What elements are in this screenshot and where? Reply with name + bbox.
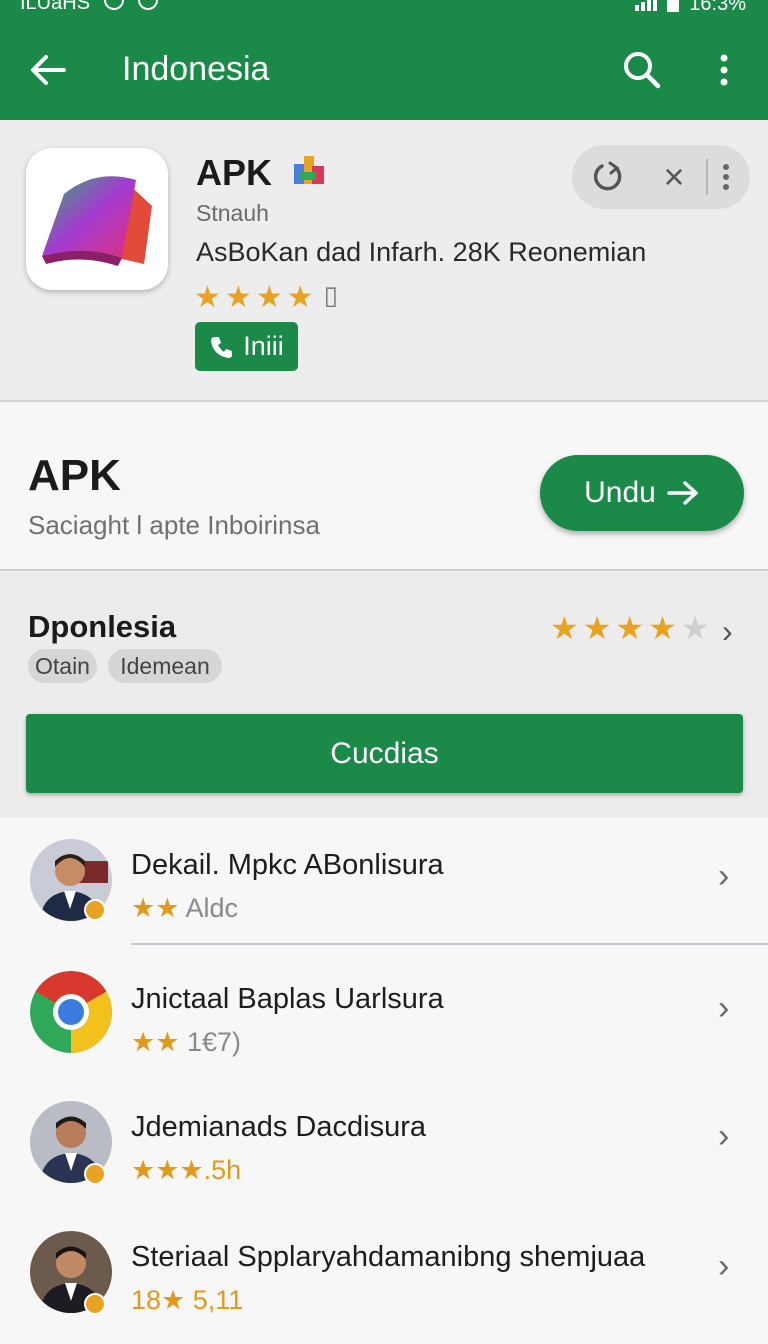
download-label: Undu [584, 476, 656, 509]
rating-stars: ★ ★ ★ ★ ★ [550, 609, 709, 647]
arrow-left-icon [31, 55, 66, 85]
app-logo-icon [42, 176, 152, 266]
page-title: Indonesia [122, 50, 270, 88]
list-item-stars: ★★ [131, 1027, 180, 1057]
star-icon: ★ [194, 281, 221, 314]
star-icon: ★ [582, 610, 612, 646]
list-item-title: Jdemianads Dacdisura [131, 1111, 426, 1143]
star-icon: ★ [286, 281, 314, 314]
verified-badge-icon [84, 1163, 106, 1185]
verified-badge-icon [84, 899, 106, 921]
chrome-icon [30, 971, 112, 1053]
list-item-meta-text: 1€7) [186, 1027, 241, 1057]
rating-title: Dponlesia [28, 609, 177, 644]
signal-icon [635, 0, 658, 11]
list-item[interactable]: Steriaal Spplaryahdamanibng shemjuaa 18★… [0, 1207, 768, 1337]
list-item[interactable]: Jnictaal Baplas Uarlsura ★★ 1€7) › [0, 947, 768, 1077]
status-left-text: ILUaHS [20, 0, 91, 14]
status-right-text: 16:3% [689, 0, 746, 15]
divider [131, 943, 768, 945]
more-vert-icon [720, 54, 728, 86]
app-icon[interactable] [26, 148, 168, 290]
chevron-right-icon: › [718, 857, 730, 895]
chevron-right-icon[interactable]: › [722, 613, 733, 650]
divider [706, 159, 708, 195]
refresh-icon [593, 161, 622, 191]
close-button[interactable]: × [656, 157, 692, 197]
app-bar: ILUaHS 16:3% Indonesia [0, 0, 768, 120]
download-title: APK [28, 451, 121, 500]
app-header-card: APK Stnauh AsBoKan dad Infarh. 28K Reone… [0, 120, 768, 402]
list-item-stars: ★★★ [131, 1155, 204, 1185]
list-item-meta: ★★★.5h [131, 1155, 241, 1186]
app-name: APK [196, 152, 273, 193]
download-button[interactable]: Undu [540, 455, 744, 531]
primary-cta-button[interactable]: Cucdias [26, 714, 743, 793]
notification-icon [104, 0, 125, 10]
list-item-stars: 18★ [131, 1285, 186, 1315]
download-subtitle: Saciaght l apte Inboirinsa [28, 510, 320, 540]
rating-section: Dponlesia Otain Idemean ★ ★ ★ ★ ★ › Cucd… [0, 573, 768, 817]
info-badge-icon: ▯ [323, 280, 338, 310]
phone-icon [211, 336, 233, 358]
pill-more-button[interactable] [714, 159, 738, 195]
list-item-stars: ★★ [131, 893, 180, 923]
editors-choice-icon [290, 150, 328, 188]
app-rating: ★ ★ ★ ★ ▯ [194, 280, 338, 315]
chevron-right-icon: › [718, 1117, 730, 1155]
tag-chip[interactable]: Idemean [108, 649, 222, 683]
download-section: APK Saciaght l apte Inboirinsa Undu [0, 403, 768, 571]
close-icon: × [663, 156, 685, 197]
star-empty-icon: ★ [680, 610, 710, 646]
status-bar: ILUaHS 16:3% [0, 0, 768, 18]
back-button[interactable] [24, 46, 72, 94]
star-icon: ★ [224, 281, 252, 314]
battery-icon [667, 0, 680, 12]
refresh-button[interactable] [590, 159, 626, 195]
list-item-title: Jnictaal Baplas Uarlsura [131, 983, 444, 1015]
chevron-right-icon: › [718, 989, 730, 1027]
list-item-meta-text: .5h [203, 1155, 242, 1185]
list-item-meta-text: Aldc [185, 893, 238, 923]
overflow-menu-button[interactable] [704, 46, 744, 94]
list-item-meta: ★★ 1€7) [131, 1027, 241, 1058]
arrow-right-icon [667, 481, 698, 505]
star-icon: ★ [615, 610, 645, 646]
star-icon: ★ [550, 610, 579, 646]
star-icon: ★ [255, 281, 283, 314]
list-item[interactable]: Dekail. Mpkc ABonlisura ★★ Aldc › [0, 817, 768, 947]
install-label: Iniii [243, 331, 284, 361]
star-icon: ★ [648, 610, 677, 646]
app-developer: Stnauh [196, 200, 269, 226]
chevron-right-icon: › [718, 1247, 730, 1285]
search-icon [624, 52, 661, 89]
list-item-title: Steriaal Spplaryahdamanibng shemjuaa [131, 1241, 646, 1273]
list-item[interactable]: Jdemianads Dacdisura ★★★.5h › [0, 1077, 768, 1207]
tag-chip[interactable]: Otain [28, 649, 97, 683]
app-controls-pill: × [572, 145, 750, 209]
notification-icon-2 [138, 0, 159, 10]
list-item-title: Dekail. Mpkc ABonlisura [131, 849, 444, 881]
app-list: Dekail. Mpkc ABonlisura ★★ Aldc › Jnicta… [0, 817, 768, 1344]
app-description: AsBoKan dad Infarh. 28K Reonemian [196, 237, 647, 267]
search-button[interactable] [618, 46, 666, 94]
list-item-meta-text: 5,11 [192, 1285, 244, 1315]
avatar [30, 971, 112, 1053]
verified-badge-icon [84, 1293, 106, 1315]
install-button[interactable]: Iniii [195, 322, 298, 371]
list-item-meta: ★★ Aldc [131, 893, 238, 924]
list-item-meta: 18★ 5,11 [131, 1285, 243, 1316]
more-vert-icon [723, 164, 729, 190]
